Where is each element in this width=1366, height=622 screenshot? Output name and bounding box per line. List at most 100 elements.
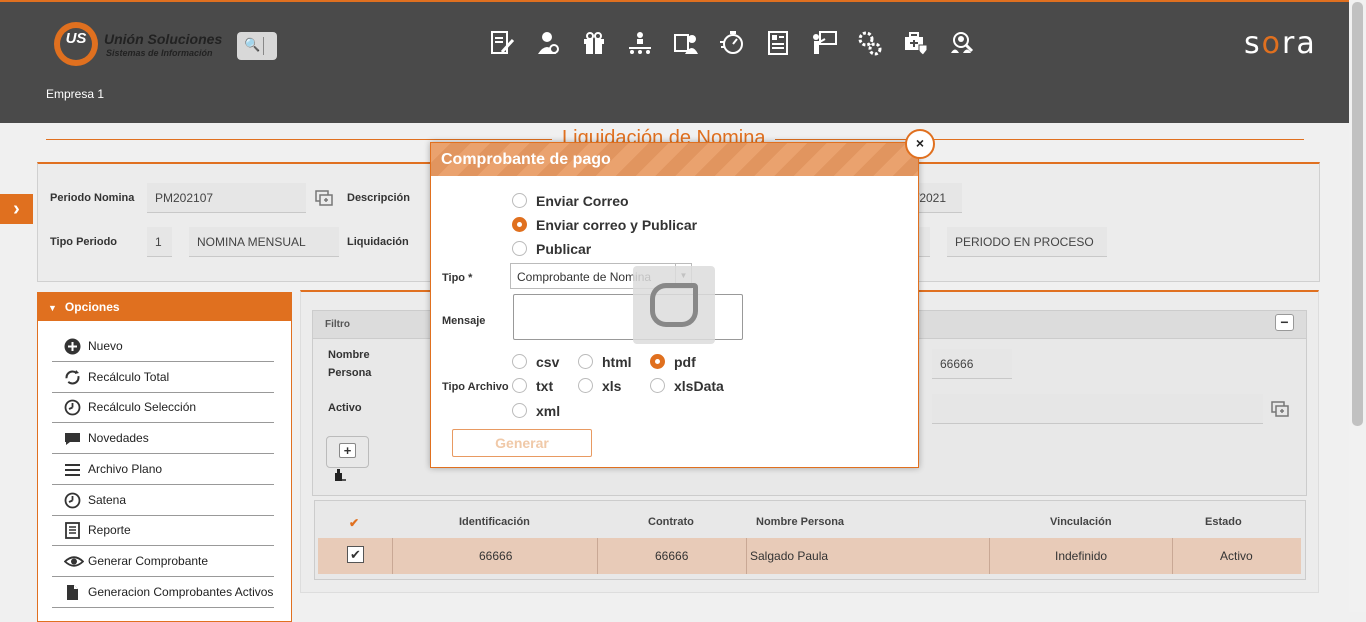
option-item-label: Novedades <box>88 431 149 446</box>
cell-contrato: 66666 <box>655 549 689 563</box>
brand-part-1: s <box>1244 26 1262 61</box>
close-icon: × <box>915 135 925 151</box>
option-item-3[interactable]: Recálculo Selección <box>52 392 274 424</box>
search-button[interactable]: 🔍 <box>237 32 277 60</box>
brand-part-2: o <box>1261 26 1282 61</box>
radio-txt[interactable] <box>512 378 527 393</box>
option-item-6[interactable]: Satena <box>52 485 274 516</box>
collapse-button[interactable]: − <box>1275 314 1294 331</box>
radio-xlsdata[interactable] <box>650 378 665 393</box>
radio-label-html[interactable]: html <box>602 354 632 370</box>
tipo-select-value: Comprobante de Nomina <box>517 270 652 284</box>
clear-filter-icon[interactable] <box>333 468 347 482</box>
column-separator <box>597 538 598 574</box>
generar-button[interactable]: Generar <box>452 429 592 457</box>
search-icon: 🔍 <box>244 37 261 52</box>
clock-icon <box>64 399 81 416</box>
add-filter-button[interactable]: + <box>326 436 369 468</box>
options-header[interactable]: ▼ Opciones <box>38 293 291 321</box>
radio-xml[interactable] <box>512 403 527 418</box>
vertical-scrollbar[interactable] <box>1349 0 1366 612</box>
column-header-contrato[interactable]: Contrato <box>648 516 694 528</box>
group-search-icon[interactable] <box>949 30 975 56</box>
radio-html[interactable] <box>578 354 593 369</box>
nombre-label-line2: Persona <box>328 367 372 379</box>
spinner-icon <box>650 283 698 327</box>
option-item-8[interactable]: Generar Comprobante <box>52 546 274 577</box>
option-item-5[interactable]: Archivo Plano <box>52 454 274 485</box>
refresh-icon <box>64 369 81 386</box>
company-logo[interactable]: US Unión Soluciones Sistemas de Informac… <box>52 20 222 68</box>
periodo-field[interactable]: PM202107 <box>147 183 306 213</box>
option-item-1[interactable]: Nuevo <box>52 331 274 362</box>
radio-xls[interactable] <box>578 378 593 393</box>
option-item-9[interactable]: Generacion Comprobantes Activos <box>52 577 274 608</box>
column-separator <box>392 538 393 574</box>
tipo-label: Tipo * <box>442 272 473 284</box>
edit-document-icon[interactable] <box>489 30 515 56</box>
periodo-label: Periodo Nomina <box>50 192 135 204</box>
brand-part-3: ra <box>1282 26 1317 61</box>
radio-label-xls[interactable]: xls <box>602 378 621 394</box>
option-item-label: Nuevo <box>88 339 123 353</box>
scrollbar-thumb[interactable] <box>1352 2 1363 426</box>
filter-title: Filtro <box>325 319 350 330</box>
plus-icon: + <box>339 443 356 458</box>
option-item-label: Archivo Plano <box>88 461 163 476</box>
radio-label-csv[interactable]: csv <box>536 354 559 370</box>
column-separator <box>746 538 747 574</box>
logo-subtitle: Sistemas de Información <box>106 48 213 58</box>
options-title: Opciones <box>64 300 120 314</box>
select-all-checkmark-icon[interactable]: ✔ <box>349 516 359 530</box>
radio-label-pdf[interactable]: pdf <box>674 354 696 370</box>
timer-icon[interactable] <box>719 30 745 56</box>
option-item-7[interactable]: Reporte <box>52 515 274 547</box>
lookup-icon[interactable] <box>315 190 333 206</box>
radio-publicar[interactable] <box>512 241 527 256</box>
modal-header: Comprobante de pago <box>431 143 918 176</box>
column-header-identificacion[interactable]: Identificación <box>459 516 530 528</box>
filter-extra-field[interactable] <box>932 394 1263 424</box>
tipo-periodo-code-field[interactable]: 1 <box>147 227 172 257</box>
column-separator <box>1172 538 1173 574</box>
liquidacion-label: Liquidación <box>347 236 409 248</box>
option-item-4[interactable]: Novedades <box>52 423 274 455</box>
company-name[interactable]: Empresa 1 <box>46 87 104 101</box>
brand-logo: sora <box>1244 26 1317 61</box>
close-button[interactable]: × <box>905 129 935 159</box>
identificacion-filter-field[interactable]: 66666 <box>932 349 1012 379</box>
person-settings-icon[interactable] <box>535 30 561 56</box>
row-checkbox[interactable]: ✔ <box>347 546 364 563</box>
option-item-2[interactable]: Recálculo Total <box>52 362 274 393</box>
radio-label-xlsdata[interactable]: xlsData <box>674 378 724 394</box>
presentation-icon[interactable] <box>811 30 837 56</box>
id-card-person-icon[interactable] <box>673 30 699 56</box>
org-chart-icon[interactable] <box>627 30 653 56</box>
lookup-icon[interactable] <box>1271 401 1289 417</box>
report-icon <box>64 522 81 540</box>
radio-enviar-correo[interactable] <box>512 193 527 208</box>
cell-estado: Activo <box>1220 549 1253 563</box>
caret-down-icon: ▼ <box>48 303 57 313</box>
gift-icon[interactable] <box>581 30 607 56</box>
radio-csv[interactable] <box>512 354 527 369</box>
radio-enviar-publicar[interactable] <box>512 217 527 232</box>
column-header-vinculacion[interactable]: Vinculación <box>1050 516 1112 528</box>
radio-label-xml[interactable]: xml <box>536 403 560 419</box>
radio-label-enviar-correo[interactable]: Enviar Correo <box>536 193 629 209</box>
medical-kit-icon[interactable] <box>903 30 929 56</box>
column-header-nombre[interactable]: Nombre Persona <box>756 516 844 528</box>
document-list-icon[interactable] <box>765 30 791 56</box>
loading-spinner <box>633 266 715 344</box>
radio-label-publicar[interactable]: Publicar <box>536 241 591 257</box>
radio-pdf[interactable] <box>650 354 665 369</box>
sidebar-toggle-button[interactable]: › <box>0 194 33 224</box>
radio-label-enviar-publicar[interactable]: Enviar correo y Publicar <box>536 217 697 233</box>
document-icon <box>64 584 81 601</box>
option-item-label: Reporte <box>88 523 131 538</box>
comment-icon <box>64 430 81 447</box>
radio-label-txt[interactable]: txt <box>536 378 553 394</box>
gears-icon[interactable] <box>857 30 883 56</box>
column-header-estado[interactable]: Estado <box>1205 516 1242 528</box>
tipo-periodo-label: Tipo Periodo <box>50 236 118 248</box>
